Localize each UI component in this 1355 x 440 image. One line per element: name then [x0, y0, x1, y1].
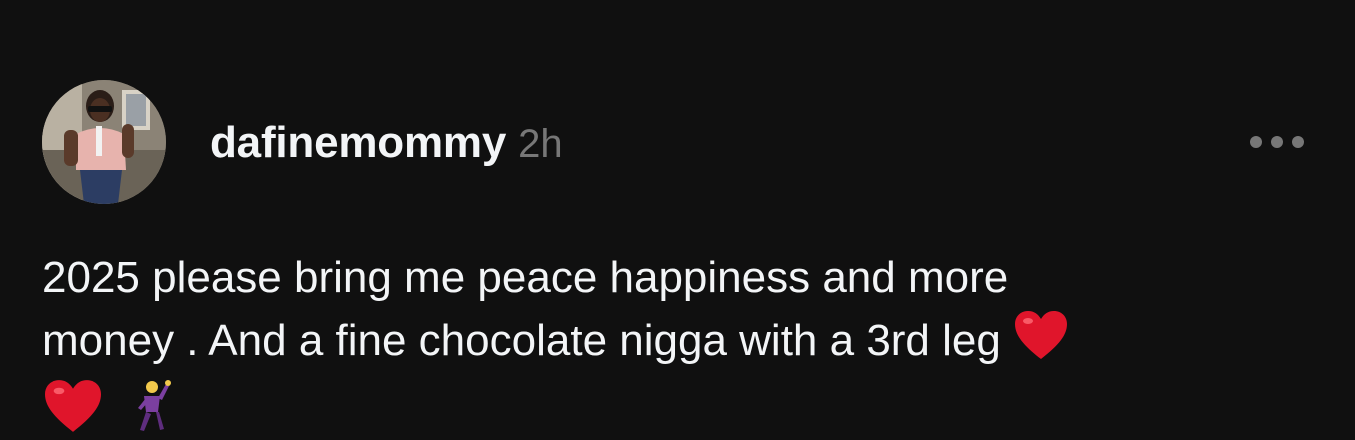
- post-header: dafinemommy 2h: [210, 118, 563, 170]
- profile-photo-image: [42, 80, 166, 204]
- username[interactable]: dafinemommy: [210, 118, 506, 168]
- dancing-man-icon: [130, 378, 174, 440]
- more-horizontal-icon: [1250, 136, 1262, 148]
- avatar[interactable]: [42, 80, 166, 204]
- red-heart-icon: [42, 378, 104, 440]
- more-options-button[interactable]: [1250, 128, 1304, 156]
- timestamp[interactable]: 2h: [518, 122, 563, 167]
- post-text: 2025 please bring me peace happiness and…: [42, 247, 1282, 440]
- post-text-line-1: 2025 please bring me peace happiness and…: [42, 253, 1009, 302]
- red-heart-icon: [1013, 309, 1069, 378]
- thread-post: dafinemommy 2h 2025 please bring me peac…: [0, 0, 1355, 440]
- post-text-line-2: money . And a fine chocolate nigga with …: [42, 316, 1001, 366]
